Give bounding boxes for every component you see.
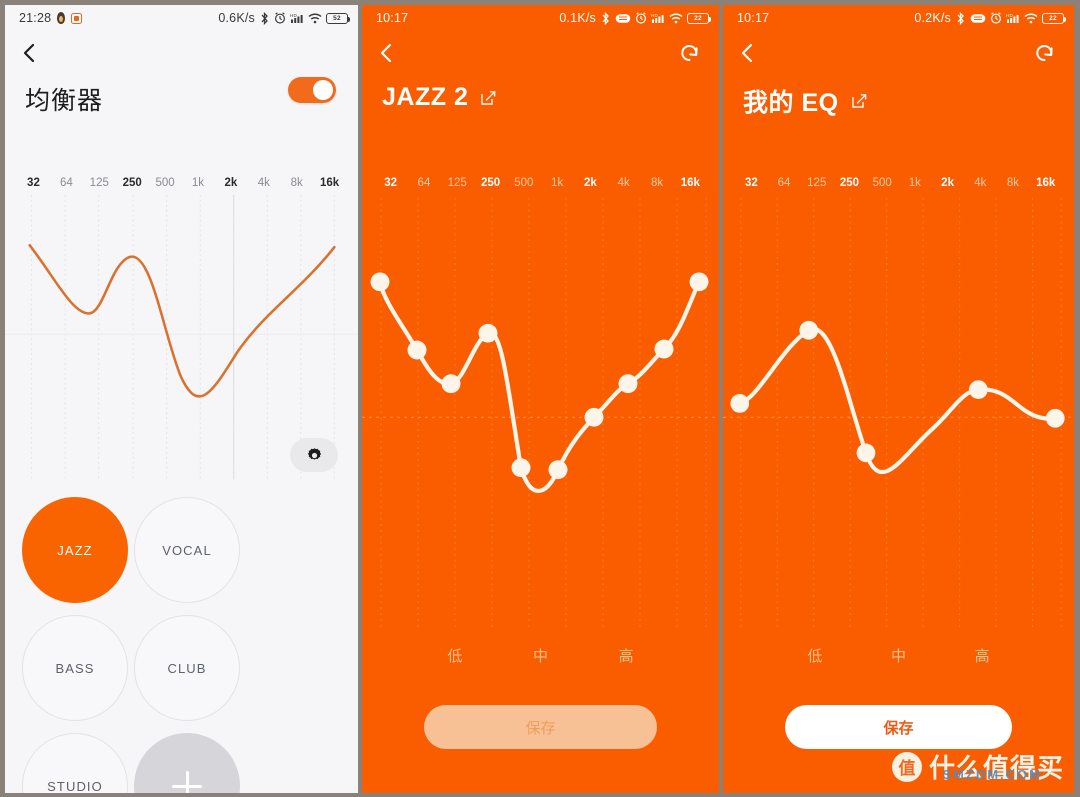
save-button[interactable]: 保存: [424, 705, 657, 749]
panel-my-eq-editor: 10:17 0.2K/s HD 22 我的 EQ 32 64 125 250 5…: [723, 0, 1079, 797]
preset-vocal[interactable]: VOCAL: [134, 497, 240, 603]
preset-label: STUDIO: [47, 778, 103, 794]
eq-band-handles: [730, 320, 1065, 463]
range-labels: 低 中 高: [723, 645, 1074, 666]
eq-curve-chart[interactable]: [362, 5, 719, 793]
preset-list: JAZZ VOCAL BASS CLUB STUDIO: [5, 497, 358, 794]
save-button[interactable]: 保存: [785, 705, 1012, 749]
preset-label: CLUB: [167, 660, 207, 676]
panel-jazz2-editor: 10:17 0.1K/s HD 22 JAZZ 2 32 64 125 250 …: [362, 0, 719, 797]
add-preset-button[interactable]: [134, 733, 240, 793]
watermark-subtext: SMZDM.COM: [942, 767, 1042, 782]
range-label-high: 高: [974, 648, 990, 665]
range-label-high: 高: [618, 648, 634, 665]
range-labels: 低 中 高: [362, 645, 719, 666]
plus-icon: [172, 771, 202, 793]
preset-label: JAZZ: [57, 542, 93, 558]
range-label-mid: 中: [891, 648, 907, 665]
eq-settings-button[interactable]: [290, 438, 338, 472]
preset-label: BASS: [55, 660, 95, 676]
range-label-mid: 中: [533, 648, 549, 665]
preset-label: VOCAL: [162, 542, 212, 558]
eq-band-handles: [370, 272, 709, 480]
range-label-low: 低: [447, 648, 463, 665]
watermark: 值 什么值得买 SMZDM.COM: [891, 748, 1064, 785]
eq-curve-chart[interactable]: [723, 5, 1074, 793]
panel-equalizer-main: 21:28 0.6K/s HD 52 均衡器 32 64 125 250 500…: [0, 0, 358, 797]
range-label-low: 低: [807, 648, 823, 665]
watermark-badge: 值: [891, 751, 922, 782]
gear-icon: [307, 447, 321, 460]
preset-jazz[interactable]: JAZZ: [22, 497, 128, 603]
preset-bass[interactable]: BASS: [22, 615, 128, 721]
three-phone-screenshots: 21:28 0.6K/s HD 52 均衡器 32 64 125 250 500…: [0, 0, 1080, 797]
preset-studio[interactable]: STUDIO: [22, 733, 128, 794]
preset-club[interactable]: CLUB: [134, 615, 240, 721]
